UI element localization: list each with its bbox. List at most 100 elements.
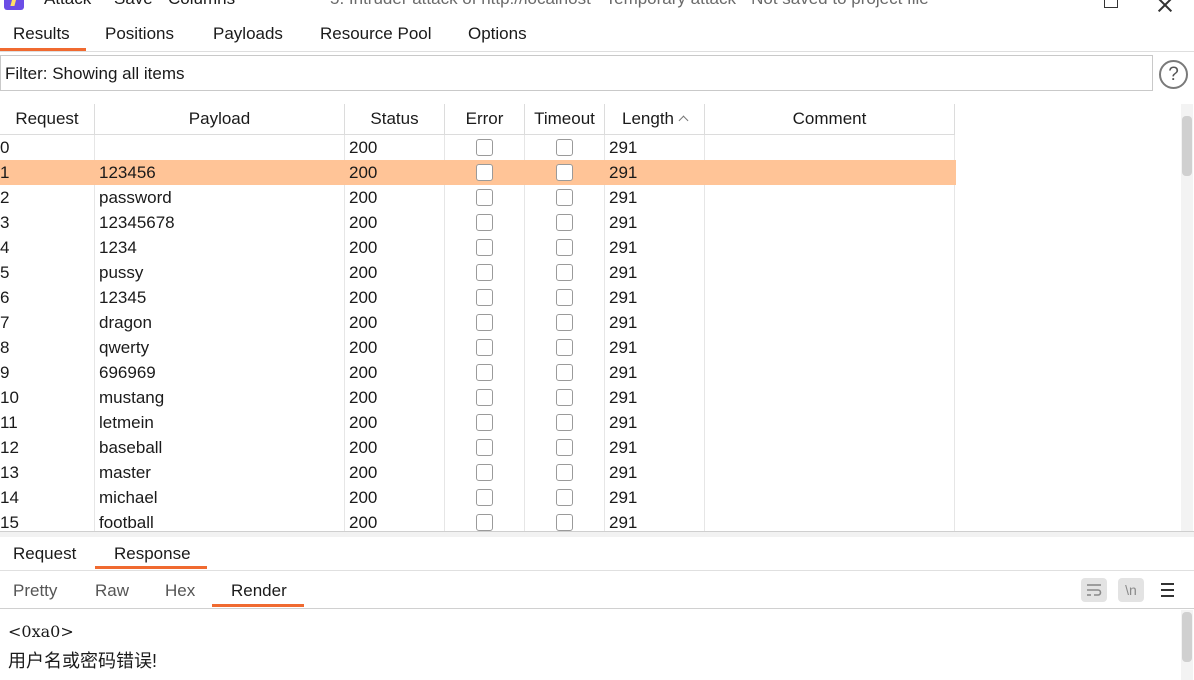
cell-timeout: [525, 410, 605, 435]
cell-error: [445, 435, 525, 460]
timeout-checkbox: [556, 314, 573, 331]
table-row[interactable]: 11 letmein 200 291: [0, 410, 956, 435]
cell-error: [445, 510, 525, 531]
table-row[interactable]: 7 dragon 200 291: [0, 310, 956, 335]
cell-error: [445, 360, 525, 385]
cell-status: 200: [345, 310, 445, 335]
filter-bar[interactable]: Filter: Showing all items: [0, 55, 1153, 91]
cell-error: [445, 410, 525, 435]
timeout-checkbox: [556, 289, 573, 306]
newline-toggle-icon[interactable]: \n: [1118, 578, 1144, 602]
help-icon[interactable]: ?: [1159, 60, 1188, 89]
column-header-length-label: Length: [622, 109, 674, 128]
column-header-status[interactable]: Status: [345, 104, 445, 135]
table-header: Request Payload Status Error Timeout Len…: [0, 104, 956, 135]
text-wrap-icon[interactable]: [1081, 578, 1107, 602]
cell-request: 10: [0, 385, 95, 410]
tab-options[interactable]: Options: [468, 24, 527, 44]
cell-error: [445, 210, 525, 235]
cell-length: 291: [605, 510, 705, 531]
column-header-request[interactable]: Request: [0, 104, 95, 135]
cell-length: 291: [605, 185, 705, 210]
cell-request: 15: [0, 510, 95, 531]
cell-length: 291: [605, 410, 705, 435]
hamburger-menu-icon[interactable]: [1160, 580, 1176, 600]
cell-payload: qwerty: [95, 335, 345, 360]
table-row[interactable]: 10 mustang 200 291: [0, 385, 956, 410]
cell-timeout: [525, 460, 605, 485]
cell-comment: [705, 310, 955, 335]
tab-hex[interactable]: Hex: [165, 581, 195, 601]
cell-request: 2: [0, 185, 95, 210]
active-tab-indicator: [212, 604, 304, 607]
tab-raw[interactable]: Raw: [95, 581, 129, 601]
cell-payload: master: [95, 460, 345, 485]
column-header-comment[interactable]: Comment: [705, 104, 955, 135]
menu-save[interactable]: Save: [114, 0, 153, 9]
tab-positions[interactable]: Positions: [105, 24, 174, 44]
cell-length: 291: [605, 435, 705, 460]
view-tab-bar: Pretty Raw Hex Render \n: [0, 572, 1194, 609]
window-title: 5. Intruder attack of http://localhost -…: [330, 0, 929, 9]
tab-resource-pool[interactable]: Resource Pool: [320, 24, 432, 44]
cell-error: [445, 310, 525, 335]
error-checkbox: [476, 139, 493, 156]
table-row[interactable]: 0 200 291: [0, 135, 956, 160]
table-row[interactable]: 6 12345 200 291: [0, 285, 956, 310]
column-header-timeout[interactable]: Timeout: [525, 104, 605, 135]
menu-columns[interactable]: Columns: [168, 0, 235, 9]
cell-request: 6: [0, 285, 95, 310]
table-row[interactable]: 3 12345678 200 291: [0, 210, 956, 235]
tab-render[interactable]: Render: [231, 581, 287, 601]
error-checkbox: [476, 214, 493, 231]
cell-status: 200: [345, 385, 445, 410]
close-icon[interactable]: [1158, 0, 1172, 8]
table-row[interactable]: 5 pussy 200 291: [0, 260, 956, 285]
table-row[interactable]: 2 password 200 291: [0, 185, 956, 210]
cell-comment: [705, 510, 955, 531]
rendered-error-message: 用户名或密码错误!: [8, 651, 158, 671]
table-row[interactable]: 13 master 200 291: [0, 460, 956, 485]
table-row[interactable]: 9 696969 200 291: [0, 360, 956, 385]
tab-payloads[interactable]: Payloads: [213, 24, 283, 44]
cell-comment: [705, 410, 955, 435]
cell-status: 200: [345, 260, 445, 285]
table-row[interactable]: 15 football 200 291: [0, 510, 956, 531]
timeout-checkbox: [556, 139, 573, 156]
column-header-payload[interactable]: Payload: [95, 104, 345, 135]
cell-status: 200: [345, 285, 445, 310]
scrollbar-thumb[interactable]: [1182, 612, 1192, 662]
timeout-checkbox: [556, 164, 573, 181]
cell-comment: [705, 185, 955, 210]
table-row[interactable]: 8 qwerty 200 291: [0, 335, 956, 360]
table-scrollbar[interactable]: [1181, 104, 1193, 531]
tab-pretty[interactable]: Pretty: [13, 581, 57, 601]
tab-request[interactable]: Request: [13, 544, 76, 564]
menu-attack[interactable]: Attack: [44, 0, 91, 9]
cell-timeout: [525, 310, 605, 335]
table-row[interactable]: 12 baseball 200 291: [0, 435, 956, 460]
filter-label[interactable]: Filter: Showing all items: [5, 64, 185, 84]
render-scrollbar[interactable]: [1181, 610, 1193, 680]
cell-request: 12: [0, 435, 95, 460]
cell-status: 200: [345, 235, 445, 260]
error-checkbox: [476, 364, 493, 381]
cell-timeout: [525, 160, 605, 185]
maximize-icon[interactable]: [1104, 0, 1118, 8]
cell-status: 200: [345, 335, 445, 360]
error-checkbox: [476, 189, 493, 206]
cell-length: 291: [605, 210, 705, 235]
table-row[interactable]: 4 1234 200 291: [0, 235, 956, 260]
tab-results[interactable]: Results: [13, 24, 70, 44]
cell-error: [445, 385, 525, 410]
cell-length: 291: [605, 260, 705, 285]
table-row[interactable]: 1 123456 200 291: [0, 160, 956, 185]
error-checkbox: [476, 439, 493, 456]
cell-comment: [705, 460, 955, 485]
render-view: <0xa0> 用户名或密码错误!: [0, 610, 1180, 680]
table-row[interactable]: 14 michael 200 291: [0, 485, 956, 510]
tab-response[interactable]: Response: [114, 544, 191, 564]
column-header-length[interactable]: Length: [605, 104, 705, 135]
scrollbar-thumb[interactable]: [1182, 116, 1192, 176]
column-header-error[interactable]: Error: [445, 104, 525, 135]
